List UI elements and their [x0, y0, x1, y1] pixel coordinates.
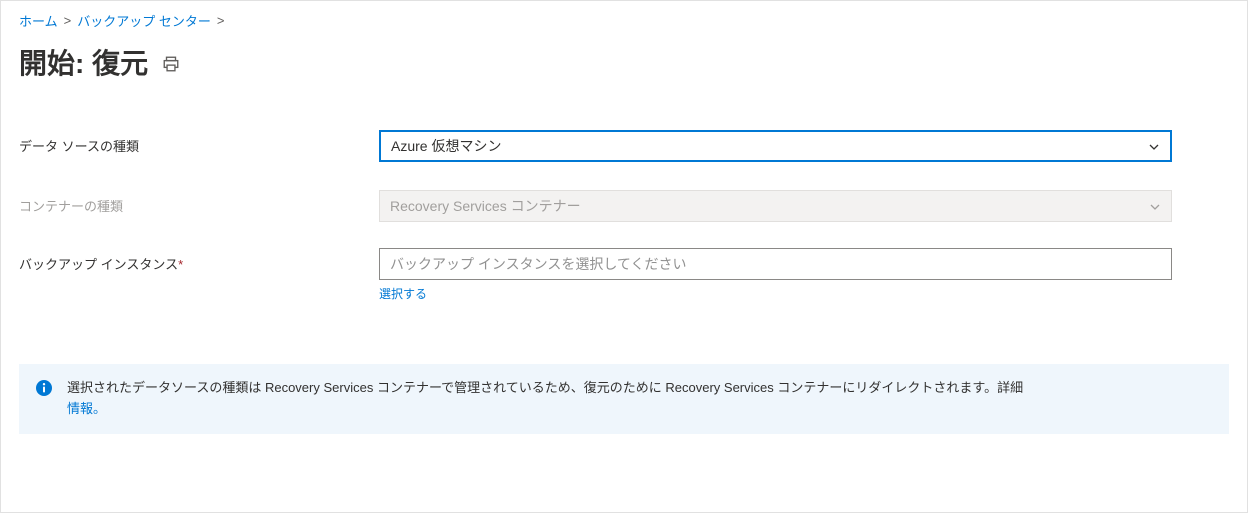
chevron-down-icon	[1149, 200, 1161, 212]
breadcrumb-separator: >	[217, 13, 225, 28]
page-title: 開始: 復元	[19, 42, 148, 82]
datasource-type-value: Azure 仮想マシン	[391, 136, 501, 156]
breadcrumb-separator: >	[64, 13, 72, 28]
vault-type-label: コンテナーの種類	[19, 190, 379, 215]
backup-instance-select-link[interactable]: 選択する	[379, 287, 427, 301]
backup-instance-label: バックアップ インスタンス*	[19, 248, 379, 273]
breadcrumb-backup-center-link[interactable]: バックアップ センター	[77, 11, 211, 30]
print-icon[interactable]	[162, 55, 180, 73]
info-banner: 選択されたデータソースの種類は Recovery Services コンテナーで…	[19, 364, 1229, 434]
required-asterisk: *	[178, 257, 183, 272]
info-banner-text: 選択されたデータソースの種類は Recovery Services コンテナーで…	[67, 380, 1023, 395]
info-banner-link[interactable]: 情報。	[67, 401, 106, 416]
breadcrumb-home-link[interactable]: ホーム	[19, 11, 58, 30]
vault-type-select: Recovery Services コンテナー	[379, 190, 1172, 222]
backup-instance-input[interactable]	[379, 248, 1172, 280]
info-icon	[35, 379, 53, 397]
datasource-type-label: データ ソースの種類	[19, 130, 379, 155]
vault-type-value: Recovery Services コンテナー	[390, 196, 581, 216]
chevron-down-icon	[1148, 140, 1160, 152]
breadcrumb: ホーム > バックアップ センター >	[19, 11, 1229, 30]
datasource-type-select[interactable]: Azure 仮想マシン	[379, 130, 1172, 162]
